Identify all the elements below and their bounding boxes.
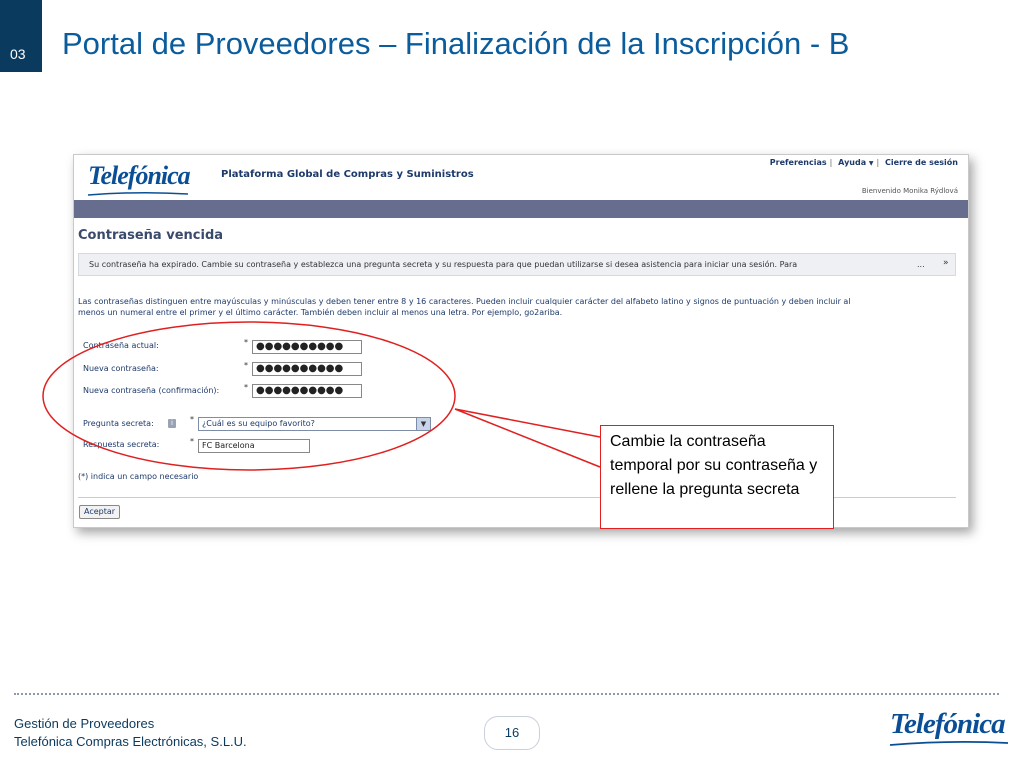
rules-line-1: Las contraseñas distinguen entre mayúscu…: [78, 297, 851, 306]
confirm-password-label: Nueva contraseña (confirmación):: [83, 386, 220, 395]
required-mark: *: [244, 383, 248, 392]
footer-divider: [14, 693, 999, 695]
slide-title: Portal de Proveedores – Finalización de …: [62, 26, 850, 61]
info-icon[interactable]: i: [168, 419, 176, 428]
expand-chevron-icon[interactable]: »: [943, 258, 949, 268]
top-links: Preferencias | Ayuda ▼ | Cierre de sesión: [770, 158, 958, 167]
app-name: Plataforma Global de Compras y Suministr…: [221, 169, 474, 180]
accept-button[interactable]: Aceptar: [79, 505, 121, 519]
message-text: Su contraseña ha expirado. Cambie su con…: [89, 260, 798, 269]
preferences-link[interactable]: Preferencias: [770, 158, 827, 167]
footer-logo-swoosh-icon: [890, 740, 1008, 746]
telefonica-logo: Telefónica: [88, 161, 191, 197]
footer-logo-text: Telefónica: [890, 708, 1006, 740]
portal-screenshot: Telefónica Plataforma Global de Compras …: [73, 154, 969, 528]
link-separator: |: [829, 158, 833, 167]
message-more[interactable]: ...: [917, 260, 925, 269]
section-number-tab: 03: [0, 0, 42, 72]
required-note: (*) indica un campo necesario: [78, 472, 199, 481]
secret-answer-label: Respuesta secreta:: [83, 440, 160, 449]
secret-question-select[interactable]: ¿Cuál es su equipo favorito? ▼: [198, 417, 431, 431]
required-mark: *: [244, 338, 248, 347]
logout-link[interactable]: Cierre de sesión: [885, 158, 958, 167]
page-heading: Contraseña vencida: [78, 228, 224, 243]
annotation-callout: Cambie la contraseña temporal por su con…: [600, 425, 834, 529]
footer-telefonica-logo: Telefónica: [890, 708, 1008, 748]
message-bar: Su contraseña ha expirado. Cambie su con…: [78, 253, 956, 276]
required-mark: *: [190, 437, 194, 446]
confirm-password-field[interactable]: ●●●●●●●●●●: [252, 384, 362, 398]
secret-answer-field[interactable]: FC Barcelona: [198, 439, 310, 453]
required-mark: *: [190, 415, 194, 424]
secret-question-value: ¿Cuál es su equipo favorito?: [202, 419, 315, 428]
footer-company: Gestión de Proveedores Telefónica Compra…: [14, 715, 247, 751]
logo-swoosh-icon: [88, 191, 188, 196]
password-rules: Las contraseñas distinguen entre mayúscu…: [78, 296, 958, 318]
section-number: 03: [10, 46, 26, 62]
rules-line-2: menos un numeral entre el primer y el úl…: [78, 308, 563, 317]
current-password-label: Contraseña actual:: [83, 341, 159, 350]
secret-question-label: Pregunta secreta:: [83, 419, 154, 428]
nav-bar: [74, 200, 968, 218]
welcome-text: Bienvenido Monika Rýdlová: [861, 187, 958, 195]
required-mark: *: [244, 361, 248, 370]
current-password-field[interactable]: ●●●●●●●●●●: [252, 340, 362, 354]
link-separator: |: [876, 158, 880, 167]
help-caret-icon[interactable]: ▼: [869, 160, 874, 167]
new-password-field[interactable]: ●●●●●●●●●●: [252, 362, 362, 376]
footer-company-line-1: Gestión de Proveedores: [14, 716, 155, 731]
footer-company-line-2: Telefónica Compras Electrónicas, S.L.U.: [14, 734, 247, 749]
help-link[interactable]: Ayuda: [838, 158, 866, 167]
chevron-down-icon[interactable]: ▼: [416, 418, 430, 430]
page-number: 16: [484, 716, 540, 750]
new-password-label: Nueva contraseña:: [83, 364, 159, 373]
logo-text: Telefónica: [88, 161, 191, 190]
